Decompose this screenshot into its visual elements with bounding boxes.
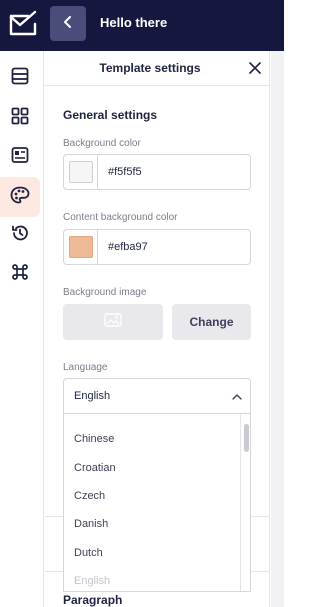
language-select[interactable]: English xyxy=(63,378,251,414)
language-option[interactable]: Danish xyxy=(74,518,108,530)
history-icon xyxy=(11,224,29,247)
content-background-color-field xyxy=(63,229,251,265)
change-background-image-button[interactable]: Change xyxy=(172,304,251,340)
language-selected-value: English xyxy=(74,390,111,402)
layers-icon xyxy=(11,67,29,90)
layout-icon xyxy=(11,146,29,169)
chevron-left-icon xyxy=(63,15,73,33)
background-color-label: Background color xyxy=(63,138,141,149)
palette-icon xyxy=(10,186,30,209)
language-option[interactable]: English xyxy=(74,575,110,587)
sidebar-item-history[interactable] xyxy=(0,215,40,255)
language-option[interactable]: Dutch xyxy=(74,547,103,559)
sidebar-item-style[interactable] xyxy=(0,177,40,217)
language-option[interactable]: Czech xyxy=(74,490,105,502)
mail-check-icon[interactable] xyxy=(8,10,38,38)
sidebar-item-shortcuts[interactable] xyxy=(0,254,40,294)
background-color-swatch xyxy=(68,161,93,183)
background-color-picker[interactable] xyxy=(64,155,98,189)
grid-icon xyxy=(11,107,29,130)
language-label: Language xyxy=(63,362,108,373)
language-option[interactable]: Chinese xyxy=(74,433,114,445)
background-image-preview[interactable] xyxy=(63,304,163,340)
sidebar-item-layout[interactable] xyxy=(0,137,40,177)
background-color-input[interactable] xyxy=(98,166,238,178)
command-icon xyxy=(11,263,29,286)
background-color-field xyxy=(63,154,251,190)
background-image-label: Background image xyxy=(63,287,147,298)
panel-title: Template settings xyxy=(99,61,201,75)
close-icon[interactable] xyxy=(248,61,262,75)
language-option[interactable]: Croatian xyxy=(74,462,116,474)
topbar-title: Hello there xyxy=(100,15,168,30)
content-background-color-label: Content background color xyxy=(63,212,178,223)
back-button[interactable] xyxy=(50,6,86,41)
scrollbar-thumb[interactable] xyxy=(244,424,249,452)
top-bar: Hello there xyxy=(0,0,284,51)
content-background-color-input[interactable] xyxy=(98,241,238,253)
canvas-edge xyxy=(271,51,284,607)
sidebar xyxy=(0,51,44,607)
dropdown-scrollbar[interactable] xyxy=(240,414,250,591)
chevron-up-icon xyxy=(232,392,242,400)
content-background-color-swatch xyxy=(68,236,93,258)
general-settings-title: General settings xyxy=(63,108,158,122)
image-icon xyxy=(104,312,122,332)
content-background-color-picker[interactable] xyxy=(64,230,98,264)
template-settings-panel: Template settings General settings Backg… xyxy=(45,51,270,607)
sidebar-item-blocks[interactable] xyxy=(0,98,40,138)
language-dropdown: Chinese Croatian Czech Danish Dutch Engl… xyxy=(63,414,251,592)
panel-header: Template settings xyxy=(45,51,270,86)
paragraph-section-title: Paragraph xyxy=(63,593,123,607)
sidebar-item-layers[interactable] xyxy=(0,58,40,98)
